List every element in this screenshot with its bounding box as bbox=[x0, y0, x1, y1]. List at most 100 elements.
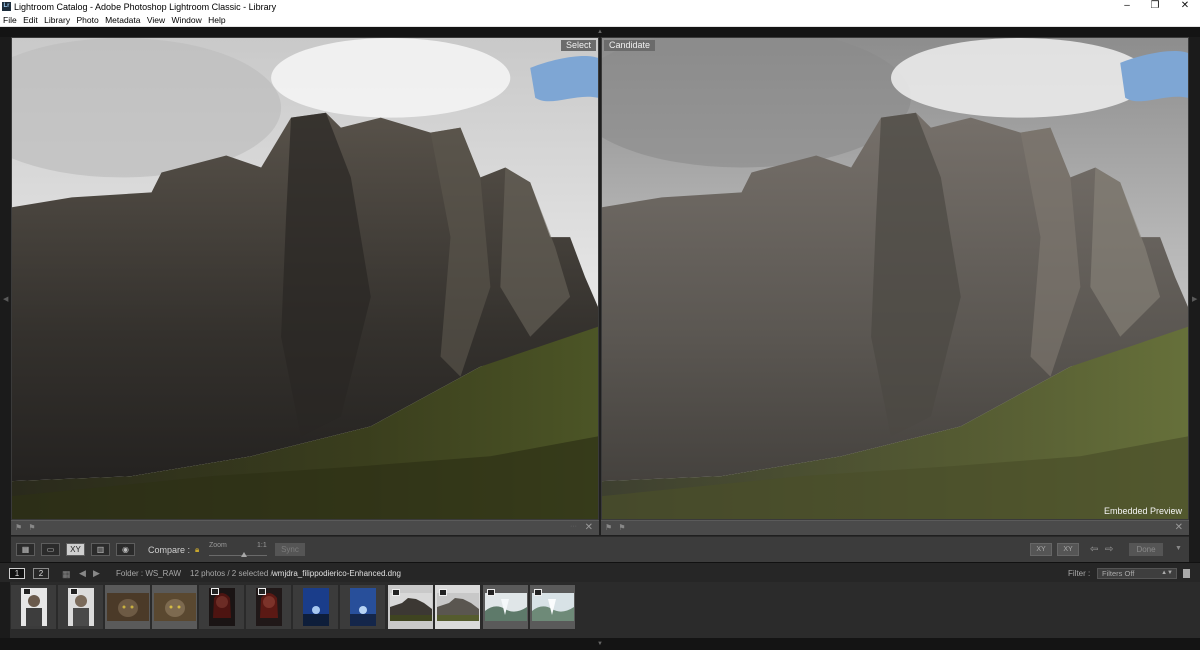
compare-toolbar: ▦ ▭ XY ▥ ◉ Compare : 🔒︎ Zoom 1:1 Sync XY… bbox=[11, 536, 1189, 562]
filmstrip-thumb-8[interactable] bbox=[339, 584, 386, 630]
left-panel-toggle[interactable]: ◀ bbox=[0, 37, 11, 562]
people-icon: ◉ bbox=[122, 545, 129, 554]
close-candidate-icon[interactable]: ✕ bbox=[1175, 522, 1183, 533]
grid-icon: ▦ bbox=[21, 545, 30, 554]
menu-file[interactable]: File bbox=[3, 14, 17, 27]
triangle-up-icon: ▲ bbox=[597, 29, 603, 35]
select-tag: Select bbox=[560, 40, 596, 51]
close-select-icon[interactable]: ✕ bbox=[585, 522, 593, 533]
chevron-down-icon: ▲▼ bbox=[1161, 570, 1173, 576]
blue-sky-1-thumbnail bbox=[302, 588, 329, 626]
grid-view-button[interactable]: ▦ bbox=[16, 543, 35, 556]
filmstrip-thumb-10[interactable] bbox=[434, 584, 481, 630]
stack-badge-icon bbox=[534, 589, 542, 596]
filter-lock-icon[interactable] bbox=[1183, 569, 1190, 578]
filmstrip-thumb-4[interactable] bbox=[151, 584, 198, 630]
triangle-left-icon: ◀ bbox=[3, 296, 9, 303]
filmstrip bbox=[0, 582, 1200, 638]
photo-count: 12 photos / 2 selected / bbox=[190, 569, 273, 578]
menu-edit[interactable]: Edit bbox=[23, 14, 38, 27]
filmstrip-left-edge bbox=[0, 582, 10, 638]
mountain-photo-candidate bbox=[602, 38, 1188, 519]
filmstrip-thumb-6[interactable] bbox=[245, 584, 292, 630]
done-button[interactable]: Done bbox=[1129, 543, 1163, 556]
lock-icon[interactable]: 🔒︎ bbox=[195, 545, 199, 555]
toolbar-menu-chevron-icon[interactable]: ▼ bbox=[1175, 545, 1182, 552]
filter-value: Filters Off bbox=[1102, 569, 1135, 578]
menu-help[interactable]: Help bbox=[208, 14, 225, 27]
current-filename[interactable]: wmjdra_filippodierico-Enhanced.dng bbox=[272, 569, 401, 578]
filmstrip-header: 1 2 ▦ ◀ ▶ Folder : WS_RAW 12 photos / 2 … bbox=[0, 562, 1200, 582]
next-photo-arrow-icon[interactable]: ⇨ bbox=[1105, 544, 1113, 555]
swap-button[interactable]: XY bbox=[1030, 543, 1052, 556]
compare-view-button[interactable]: XY bbox=[66, 543, 85, 556]
select-info-bar: ⚑ ⚑ ··· ✕ bbox=[11, 520, 599, 535]
filmstrip-thumb-11[interactable] bbox=[482, 584, 529, 630]
stack-badge-icon bbox=[487, 589, 495, 596]
lightroom-app-icon: Lr bbox=[2, 2, 11, 11]
survey-icon: ▥ bbox=[96, 545, 105, 554]
forward-arrow-icon[interactable]: ▶ bbox=[93, 568, 100, 579]
menu-library[interactable]: Library bbox=[44, 14, 70, 27]
menu-photo[interactable]: Photo bbox=[76, 14, 98, 27]
compare-label: Compare : bbox=[148, 545, 191, 555]
waterfall-2-thumbnail bbox=[531, 593, 574, 621]
menu-metadata[interactable]: Metadata bbox=[105, 14, 140, 27]
filmstrip-thumb-9[interactable] bbox=[387, 584, 434, 630]
zoom-label: Zoom bbox=[209, 542, 227, 549]
filmstrip-thumb-3[interactable] bbox=[104, 584, 151, 630]
stack-badge-icon bbox=[70, 588, 78, 595]
grid-icon-small[interactable]: ▦ bbox=[62, 569, 71, 580]
main-monitor-button[interactable]: 1 bbox=[9, 568, 25, 579]
cat-1-thumbnail bbox=[106, 593, 149, 621]
folder-label[interactable]: Folder : WS_RAW bbox=[116, 569, 181, 578]
stack-badge-icon bbox=[392, 589, 400, 596]
cat-2-thumbnail bbox=[153, 593, 196, 621]
candidate-tag: Candidate bbox=[604, 40, 656, 51]
embedded-preview-label: Embedded Preview bbox=[1103, 506, 1182, 516]
top-panel-toggle[interactable]: ▲ bbox=[0, 27, 1200, 37]
candidate-image-pane[interactable]: Candidate Embedded Preview bbox=[601, 37, 1189, 520]
minimize-button[interactable]: – bbox=[1112, 0, 1142, 14]
menu-window[interactable]: Window bbox=[172, 14, 202, 27]
filmstrip-thumb-12[interactable] bbox=[529, 584, 576, 630]
filmstrip-thumb-5[interactable] bbox=[198, 584, 245, 630]
sync-button[interactable]: Sync bbox=[275, 543, 305, 556]
zoom-ratio-label: 1:1 bbox=[257, 542, 267, 549]
menu-view[interactable]: View bbox=[147, 14, 165, 27]
triangle-right-icon: ▶ bbox=[1192, 296, 1198, 303]
previous-photo-arrow-icon[interactable]: ⇦ bbox=[1090, 544, 1098, 555]
close-window-button[interactable]: ✕ bbox=[1170, 0, 1200, 14]
mountain-photo-select bbox=[12, 38, 598, 519]
zoom-slider-thumb[interactable] bbox=[241, 552, 247, 557]
blue-sky-2-thumbnail bbox=[349, 588, 376, 626]
window-titlebar: Lr Lightroom Catalog - Adobe Photoshop L… bbox=[0, 0, 1200, 14]
stack-badge-icon bbox=[439, 589, 447, 596]
bottom-panel-toggle[interactable]: ▼ bbox=[0, 638, 1200, 650]
stack-badge-icon bbox=[23, 588, 31, 595]
make-select-button[interactable]: XY bbox=[1057, 543, 1079, 556]
filter-dropdown[interactable]: Filters Off ▲▼ bbox=[1097, 568, 1177, 579]
survey-view-button[interactable]: ▥ bbox=[91, 543, 110, 556]
stack-badge-icon bbox=[211, 588, 219, 595]
mountain-2-thumbnail bbox=[436, 593, 479, 621]
filmstrip-thumb-7[interactable] bbox=[292, 584, 339, 630]
waterfall-1-thumbnail bbox=[484, 593, 527, 621]
second-monitor-button[interactable]: 2 bbox=[33, 568, 49, 579]
loupe-view-button[interactable]: ▭ bbox=[41, 543, 60, 556]
filmstrip-thumb-2[interactable] bbox=[57, 584, 104, 630]
filmstrip-thumb-1[interactable] bbox=[10, 584, 57, 630]
flag-icons-candidate[interactable]: ⚑ ⚑ bbox=[605, 523, 628, 532]
menu-bar: File Edit Library Photo Metadata View Wi… bbox=[0, 14, 1200, 27]
select-image-pane[interactable]: Select bbox=[11, 37, 599, 520]
mountain-1-thumbnail bbox=[389, 593, 432, 621]
right-panel-toggle[interactable]: ▶ bbox=[1189, 37, 1200, 562]
dots-icon: ··· bbox=[570, 523, 577, 530]
people-view-button[interactable]: ◉ bbox=[116, 543, 135, 556]
restore-button[interactable]: ❐ bbox=[1140, 0, 1170, 14]
stack-badge-icon bbox=[258, 588, 266, 595]
back-arrow-icon[interactable]: ◀ bbox=[79, 568, 86, 579]
flag-icons-select[interactable]: ⚑ ⚑ bbox=[15, 523, 38, 532]
loupe-icon: ▭ bbox=[46, 545, 55, 554]
zoom-slider[interactable] bbox=[209, 555, 267, 556]
